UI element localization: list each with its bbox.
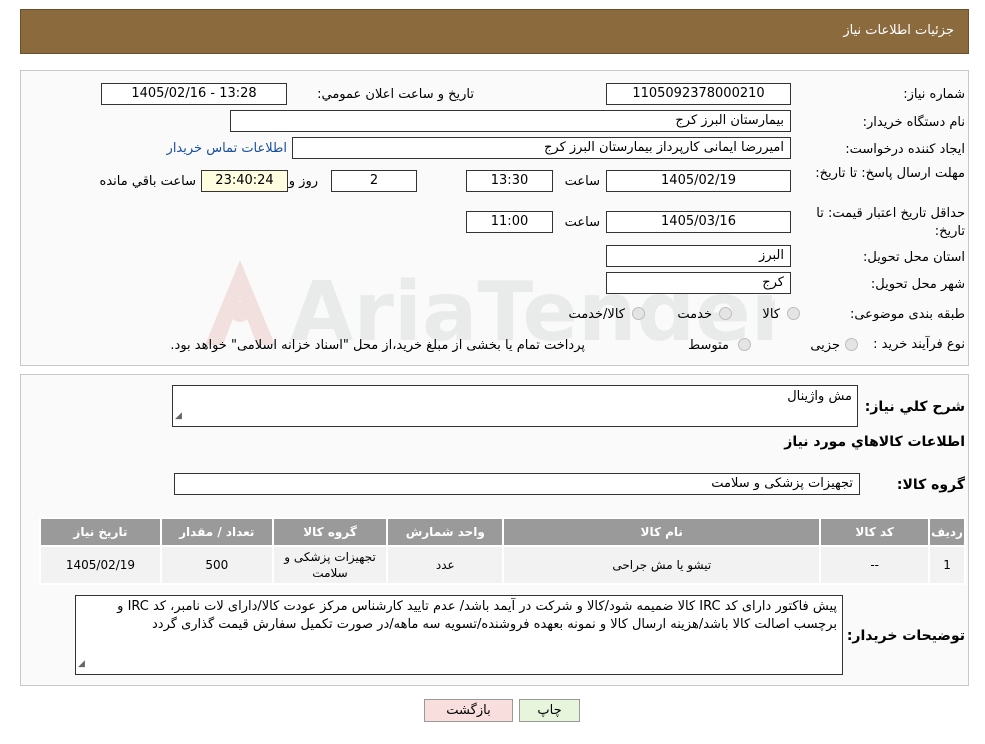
announce-label: تاریخ و ساعت اعلان عمومي: bbox=[317, 87, 474, 102]
need-number-field: 1105092378000210 bbox=[606, 83, 791, 105]
buyer-notes-field: پیش فاکتور دارای کد IRC کالا ضمیمه شود/ک… bbox=[75, 595, 843, 675]
category-option-goods-service: کالا/خدمت bbox=[568, 307, 625, 322]
cell-quantity: 500 bbox=[159, 545, 274, 585]
cell-goods-group: تجهیزات پزشکی و سلامت bbox=[271, 545, 389, 585]
col-row-number: رديف bbox=[928, 517, 966, 547]
cell-goods-code: -- bbox=[819, 545, 931, 585]
buyer-org-field: بیمارستان البرز کرج bbox=[230, 110, 791, 132]
summary-label: شرح کلي نياز: bbox=[864, 399, 965, 415]
announce-datetime-field: 1405/02/16 - 13:28 bbox=[101, 83, 287, 105]
category-option-service: خدمت bbox=[677, 307, 712, 322]
summary-text: مش واژینال bbox=[787, 389, 852, 404]
process-radio-medium[interactable] bbox=[738, 338, 751, 351]
process-option-medium: متوسط bbox=[688, 338, 729, 353]
cell-unit: عدد bbox=[386, 545, 505, 585]
validity-time-label: ساعت bbox=[564, 215, 600, 230]
goods-info-title: اطلاعات کالاهاي مورد نياز bbox=[784, 434, 965, 450]
category-radio-service[interactable] bbox=[719, 307, 732, 320]
process-radio-minor[interactable] bbox=[845, 338, 858, 351]
creator-field: امیررضا ایمانی کارپرداز بیمارستان البرز … bbox=[292, 137, 791, 159]
process-option-minor: جزیی bbox=[810, 338, 840, 353]
province-field: البرز bbox=[606, 245, 791, 267]
city-field: کرج bbox=[606, 272, 791, 294]
table-row: 1 -- تیشو یا مش جراحی عدد تجهیزات پزشکی … bbox=[39, 545, 966, 585]
col-goods-code: کد کالا bbox=[819, 517, 931, 547]
deadline-label-text: مهلت ارسال پاسخ: تا تاریخ: bbox=[815, 166, 965, 181]
buyer-contact-link[interactable]: اطلاعات تماس خریدار bbox=[167, 141, 287, 156]
cell-goods-name: تیشو یا مش جراحی bbox=[502, 545, 822, 585]
need-number-label: شماره نیاز: bbox=[903, 87, 965, 102]
col-unit: واحد شمارش bbox=[386, 517, 505, 547]
deadline-date-field: 1405/02/19 bbox=[606, 170, 791, 192]
col-quantity: تعداد / مقدار bbox=[159, 517, 274, 547]
page-title: جزئیات اطلاعات نیاز bbox=[843, 23, 954, 38]
buyer-org-label: نام دستگاه خریدار: bbox=[862, 115, 965, 130]
buyer-notes-label: توضیحات خریدار: bbox=[846, 628, 965, 644]
process-note: پرداخت تمام یا بخشی از مبلغ خرید،از محل … bbox=[170, 338, 585, 353]
cell-row-number: 1 bbox=[928, 545, 966, 585]
remaining-time-label: ساعت باقي مانده bbox=[99, 174, 196, 189]
goods-group-label: گروه کالا: bbox=[896, 477, 965, 493]
category-option-goods: کالا bbox=[762, 307, 780, 322]
validity-label-text: حداقل تاریخ اعتبار قیمت: تا تاریخ: bbox=[816, 206, 965, 239]
validity-label: حداقل تاریخ اعتبار قیمت: تا تاریخ: bbox=[795, 205, 965, 241]
category-radio-goods-service[interactable] bbox=[632, 307, 645, 320]
page-header: جزئیات اطلاعات نیاز bbox=[20, 9, 969, 54]
buyer-notes-text: پیش فاکتور دارای کد IRC کالا ضمیمه شود/ک… bbox=[117, 599, 837, 632]
creator-label: ایجاد کننده درخواست: bbox=[845, 142, 965, 157]
summary-field: مش واژینال ◢ bbox=[172, 385, 858, 427]
process-label: نوع فرآیند خرید : bbox=[873, 337, 965, 352]
col-goods-group: گروه کالا bbox=[271, 517, 389, 547]
deadline-time-field: 13:30 bbox=[466, 170, 553, 192]
deadline-time-label: ساعت bbox=[564, 174, 600, 189]
resize-grip-icon[interactable]: ◢ bbox=[78, 655, 85, 673]
col-goods-name: نام کالا bbox=[502, 517, 822, 547]
goods-group-field: تجهیزات پزشکی و سلامت bbox=[174, 473, 860, 495]
deadline-label: مهلت ارسال پاسخ: تا تاریخ: bbox=[795, 164, 965, 184]
items-table: رديف کد کالا نام کالا واحد شمارش گروه کا… bbox=[39, 517, 966, 585]
print-button[interactable]: چاپ bbox=[519, 699, 580, 722]
validity-date-field: 1405/03/16 bbox=[606, 211, 791, 233]
resize-grip-icon[interactable]: ◢ bbox=[175, 407, 182, 425]
category-radio-goods[interactable] bbox=[787, 307, 800, 320]
col-need-date: تاریخ نیاز bbox=[39, 517, 162, 547]
cell-need-date: 1405/02/19 bbox=[39, 545, 162, 585]
items-table-header: رديف کد کالا نام کالا واحد شمارش گروه کا… bbox=[39, 517, 966, 547]
category-label: طبقه بندی موضوعی: bbox=[849, 307, 965, 322]
days-remaining-field: 2 bbox=[331, 170, 417, 192]
validity-time-field: 11:00 bbox=[466, 211, 553, 233]
remaining-time-field: 23:40:24 bbox=[201, 170, 288, 192]
back-button[interactable]: بازگشت bbox=[424, 699, 513, 722]
days-label: روز و bbox=[288, 174, 318, 189]
province-label: استان محل تحویل: bbox=[863, 250, 965, 265]
city-label: شهر محل تحویل: bbox=[870, 277, 965, 292]
